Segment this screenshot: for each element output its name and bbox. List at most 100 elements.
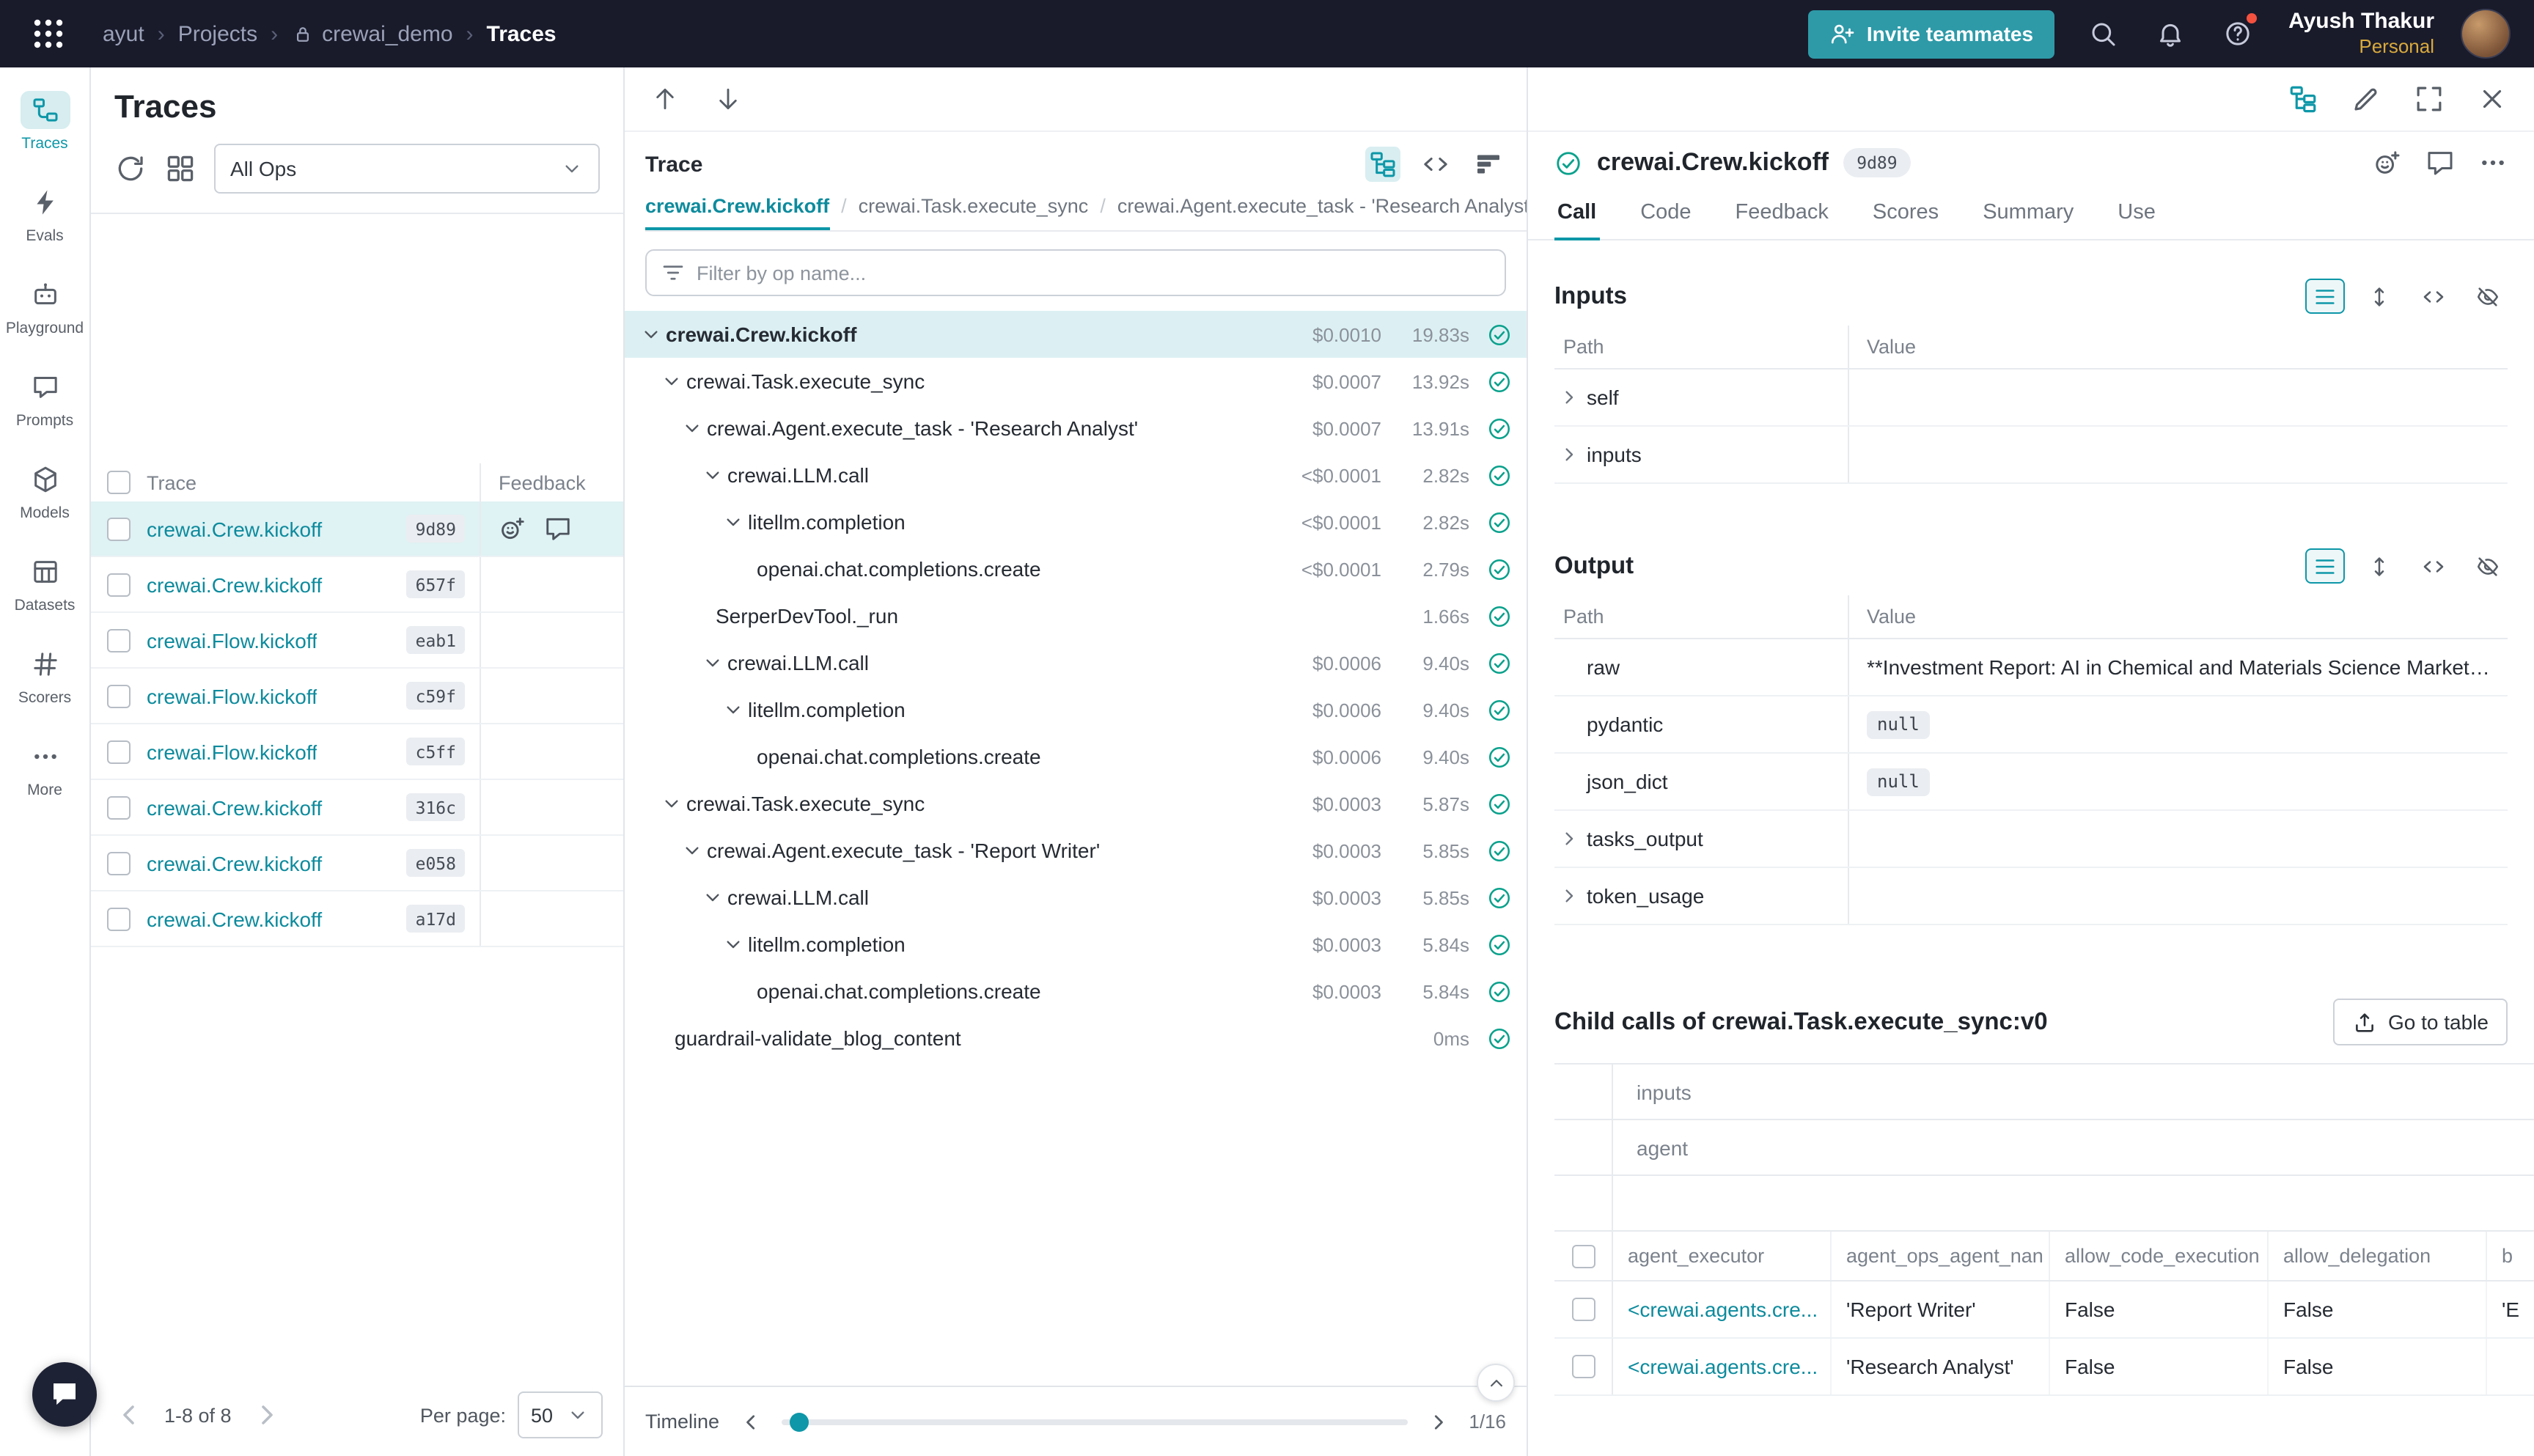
- trace-tree-row[interactable]: litellm.completion$0.00069.40s: [625, 686, 1527, 733]
- comment-icon[interactable]: [544, 515, 572, 543]
- collapse-caret-icon[interactable]: [721, 698, 745, 721]
- add-reaction-icon[interactable]: [499, 515, 526, 543]
- output-code-view-button[interactable]: [2414, 548, 2453, 584]
- sidebar-item-evals[interactable]: Evals: [2, 174, 87, 254]
- add-reaction-button[interactable]: [2373, 148, 2402, 177]
- trace-row[interactable]: crewai.Crew.kickoff316c: [91, 780, 623, 836]
- trace-row[interactable]: crewai.Flow.kickoffeab1: [91, 613, 623, 669]
- tab-feedback[interactable]: Feedback: [1733, 194, 1832, 239]
- tab-summary[interactable]: Summary: [1980, 194, 2076, 239]
- row-checkbox[interactable]: [1571, 1355, 1595, 1378]
- path-item[interactable]: crewai.Crew.kickoff: [645, 195, 829, 230]
- prev-call-button[interactable]: [651, 85, 679, 113]
- tab-call[interactable]: Call: [1554, 194, 1599, 240]
- search-button[interactable]: [2074, 6, 2130, 62]
- row-checkbox[interactable]: [107, 740, 131, 763]
- output-hide-button[interactable]: [2468, 548, 2508, 584]
- trace-row[interactable]: crewai.Crew.kickoffe058: [91, 836, 623, 891]
- trace-tree-row[interactable]: litellm.completion$0.00035.84s: [625, 921, 1527, 968]
- sidebar-item-models[interactable]: Models: [2, 452, 87, 531]
- output-expand-button[interactable]: [2359, 548, 2399, 584]
- trace-tree-row[interactable]: crewai.Task.execute_sync$0.00035.87s: [625, 780, 1527, 827]
- collapse-caret-icon[interactable]: [660, 792, 683, 815]
- column-header[interactable]: agent_ops_agent_nan: [1832, 1232, 2050, 1280]
- prev-page-button[interactable]: [111, 1397, 147, 1433]
- trace-row[interactable]: crewai.Flow.kickoffc5ff: [91, 724, 623, 780]
- trace-tree-row[interactable]: crewai.LLM.call<$0.00012.82s: [625, 452, 1527, 499]
- inputs-list-view-button[interactable]: [2305, 279, 2345, 314]
- trace-tree-row[interactable]: crewai.Crew.kickoff$0.001019.83s: [625, 311, 1527, 358]
- trace-row[interactable]: crewai.Crew.kickoffa17d: [91, 891, 623, 947]
- avatar[interactable]: [2461, 9, 2511, 59]
- call-id-badge[interactable]: 9d89: [1843, 148, 1910, 177]
- trace-link[interactable]: crewai.Crew.kickoff: [147, 795, 322, 819]
- trace-tree-row[interactable]: crewai.LLM.call$0.00035.85s: [625, 874, 1527, 921]
- trace-tree-row[interactable]: guardrail-validate_blog_content0ms: [625, 1015, 1527, 1062]
- output-list-view-button[interactable]: [2305, 548, 2345, 584]
- trace-link[interactable]: crewai.Crew.kickoff: [147, 851, 322, 875]
- code-view-button[interactable]: [1418, 147, 1453, 182]
- row-checkbox[interactable]: [107, 517, 131, 540]
- row-checkbox[interactable]: [1571, 1298, 1595, 1321]
- collapse-caret-icon[interactable]: [660, 369, 683, 393]
- row-checkbox[interactable]: [107, 573, 131, 596]
- collapse-caret-icon[interactable]: [701, 886, 724, 909]
- trace-link[interactable]: crewai.Crew.kickoff: [147, 907, 322, 930]
- timeline-prev-button[interactable]: [737, 1408, 763, 1435]
- row-checkbox[interactable]: [107, 851, 131, 875]
- wandb-logo-icon[interactable]: [23, 9, 73, 59]
- sidebar-item-more[interactable]: More: [2, 729, 87, 808]
- next-call-button[interactable]: [714, 85, 742, 113]
- chat-launcher[interactable]: [32, 1362, 97, 1427]
- notifications-button[interactable]: [2142, 6, 2197, 62]
- expand-chevron-icon[interactable]: [1557, 884, 1581, 908]
- sidebar-item-prompts[interactable]: Prompts: [2, 359, 87, 438]
- collapse-caret-icon[interactable]: [680, 839, 704, 862]
- path-item[interactable]: crewai.Agent.execute_task - 'Research An…: [1117, 195, 1527, 230]
- child-call-row[interactable]: <crewai.agents.cre...'Research Analyst'F…: [1554, 1339, 2534, 1396]
- timeline-next-button[interactable]: [1425, 1408, 1451, 1435]
- column-header[interactable]: allow_code_execution: [2050, 1232, 2269, 1280]
- timeline-thumb[interactable]: [790, 1412, 809, 1431]
- column-header[interactable]: b: [2487, 1232, 2534, 1280]
- breadcrumb-item-Projects[interactable]: Projects: [178, 21, 257, 46]
- trace-link[interactable]: crewai.Flow.kickoff: [147, 628, 317, 652]
- trace-tree-row[interactable]: crewai.LLM.call$0.00069.40s: [625, 639, 1527, 686]
- trace-tree-row[interactable]: openai.chat.completions.create$0.00035.8…: [625, 968, 1527, 1015]
- trace-link[interactable]: crewai.Crew.kickoff: [147, 517, 322, 540]
- trace-link[interactable]: crewai.Flow.kickoff: [147, 684, 317, 707]
- expand-chevron-icon[interactable]: [1557, 443, 1581, 466]
- row-checkbox[interactable]: [107, 907, 131, 930]
- inputs-expand-button[interactable]: [2359, 279, 2399, 314]
- sidebar-item-datasets[interactable]: Datasets: [2, 544, 87, 623]
- trace-tree-row[interactable]: crewai.Task.execute_sync$0.000713.92s: [625, 358, 1527, 405]
- edit-button[interactable]: [2351, 84, 2381, 114]
- sidebar-item-traces[interactable]: Traces: [2, 82, 87, 161]
- trace-row[interactable]: crewai.Flow.kickoffc59f: [91, 669, 623, 724]
- collapse-caret-icon[interactable]: [639, 323, 663, 346]
- trace-tree-row[interactable]: openai.chat.completions.create<$0.00012.…: [625, 545, 1527, 592]
- sidebar-item-scorers[interactable]: Scorers: [2, 636, 87, 716]
- breadcrumb-item-ayut[interactable]: ayut: [103, 21, 144, 46]
- expand-chevron-icon[interactable]: [1557, 827, 1581, 850]
- collapse-caret-icon[interactable]: [701, 463, 724, 487]
- user-menu[interactable]: Ayush Thakur Personal: [2288, 8, 2434, 59]
- trace-link[interactable]: crewai.Flow.kickoff: [147, 740, 317, 763]
- op-filter-input[interactable]: [645, 249, 1506, 296]
- row-checkbox[interactable]: [107, 628, 131, 652]
- trace-tree-row[interactable]: SerperDevTool._run1.66s: [625, 592, 1527, 639]
- column-header[interactable]: agent_executor: [1613, 1232, 1832, 1280]
- tab-use[interactable]: Use: [2115, 194, 2159, 239]
- close-button[interactable]: [2477, 84, 2508, 114]
- fullscreen-button[interactable]: [2414, 84, 2445, 114]
- next-page-button[interactable]: [249, 1397, 284, 1433]
- ops-filter-select[interactable]: All Ops: [214, 144, 600, 194]
- select-all-checkbox[interactable]: [107, 471, 131, 494]
- collapse-caret-icon[interactable]: [721, 510, 745, 534]
- timeline-slider[interactable]: [781, 1419, 1407, 1424]
- row-checkbox[interactable]: [107, 795, 131, 819]
- trace-row[interactable]: crewai.Crew.kickoff9d89: [91, 501, 623, 557]
- refresh-button[interactable]: [114, 152, 147, 185]
- column-settings-button[interactable]: [164, 152, 197, 185]
- inputs-hide-button[interactable]: [2468, 279, 2508, 314]
